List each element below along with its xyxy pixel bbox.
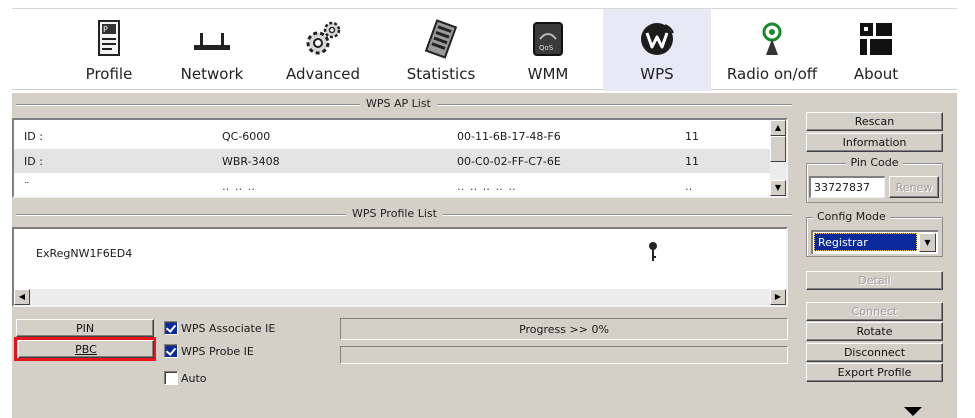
detail-button[interactable]: Detail	[806, 271, 943, 290]
wps-probe-ie-label: WPS Probe IE	[181, 344, 254, 358]
toolbar-label-profile: Profile	[85, 65, 133, 83]
toolbar: P Profile Network Advanced Statistics Qo…	[12, 8, 957, 91]
wps-profile-list-title: WPS Profile List	[346, 207, 443, 220]
pin-code-caption: Pin Code	[846, 156, 903, 169]
pbc-button-label: PBC	[75, 342, 97, 356]
wps-icon	[641, 23, 674, 55]
ap-list-row-partial[interactable]: ¨ ‥ ‥ ‥ ‥ ‥ ‥ ‥ ‥ ‥	[14, 176, 770, 196]
wps-associate-ie-checkbox[interactable]: WPS Associate IE	[164, 320, 275, 336]
scroll-down-icon[interactable]: ▼	[770, 180, 786, 196]
disconnect-button[interactable]: Disconnect	[806, 343, 943, 362]
wps-panel: WPS AP List ID : QC-6000 00-11-6B-17-48-…	[12, 92, 957, 418]
scroll-left-icon[interactable]: ◀	[14, 289, 30, 305]
toolbar-label-network: Network	[180, 65, 244, 83]
ap-list-scroll-thumb[interactable]	[770, 136, 786, 162]
scroll-up-icon[interactable]: ▲	[770, 120, 786, 136]
toolbar-label-advanced: Advanced	[285, 65, 361, 83]
config-mode-caption: Config Mode	[813, 210, 890, 223]
export-profile-button[interactable]: Export Profile	[806, 363, 943, 382]
renew-button[interactable]: Renew	[889, 176, 939, 198]
ap-row-bssid: 00-11-6B-17-48-F6	[457, 130, 561, 143]
config-mode-select[interactable]: Registrar ▼	[811, 230, 938, 254]
key-icon	[649, 242, 657, 261]
progress-text-box: Progress >> 0%	[340, 318, 788, 340]
pin-code-frame: Pin Code 33727837 Renew	[806, 156, 943, 203]
toolbar-tab-profile[interactable]: P Profile	[74, 9, 144, 91]
checkbox-checked-icon[interactable]	[164, 321, 178, 335]
about-icon	[860, 23, 892, 55]
toolbar-tab-network[interactable]: Network	[172, 9, 252, 91]
ap-list-row[interactable]: ID : QC-6000 00-11-6B-17-48-F6 11	[14, 124, 770, 148]
toolbar-label-wps: WPS	[640, 65, 674, 83]
profile-icon: P	[98, 20, 120, 56]
ap-row-channel: 11	[685, 155, 699, 168]
progress-bar	[340, 346, 788, 364]
toolbar-tab-about[interactable]: About	[840, 9, 912, 91]
wps-probe-ie-checkbox[interactable]: WPS Probe IE	[164, 343, 254, 359]
svg-text:QoS: QoS	[539, 44, 554, 52]
wmm-qos-icon: QoS	[533, 22, 563, 56]
toolbar-tab-advanced[interactable]: Advanced	[278, 9, 368, 91]
scroll-right-icon[interactable]: ▶	[770, 289, 786, 305]
toolbar-label-about: About	[853, 65, 899, 83]
ap-row-name: WBR-3408	[222, 155, 280, 168]
toolbar-tab-wps[interactable]: WPS	[603, 9, 711, 91]
toolbar-label-radio: Radio on/off	[726, 65, 818, 83]
toolbar-label-wmm: WMM	[527, 65, 569, 83]
toolbar-tab-statistics[interactable]: Statistics	[396, 9, 486, 91]
pin-code-field[interactable]: 33727837	[809, 176, 885, 198]
auto-label: Auto	[181, 371, 207, 385]
ap-row-channel: 11	[685, 130, 699, 143]
progress-text: Progress >> 0%	[519, 322, 609, 336]
ap-row-name: QC-6000	[222, 130, 271, 143]
svg-text:P: P	[103, 25, 108, 34]
ap-row-bssid: 00-C0-02-FF-C7-6E	[457, 155, 561, 168]
checkbox-unchecked-icon[interactable]	[164, 371, 178, 385]
ap-list-row[interactable]: ID : WBR-3408 00-C0-02-FF-C7-6E 11	[14, 149, 770, 173]
connect-button[interactable]: Connect	[806, 302, 943, 321]
profile-list-hscrollbar[interactable]	[14, 289, 786, 305]
information-button[interactable]: Information	[806, 133, 943, 152]
wps-associate-ie-label: WPS Associate IE	[181, 321, 276, 335]
advanced-gears-icon	[306, 21, 341, 55]
pbc-button[interactable]: PBC	[18, 340, 154, 358]
config-mode-selected: Registrar	[814, 233, 917, 251]
ap-row-id-label: ID :	[24, 155, 43, 168]
profile-list-item[interactable]: ExRegNW1F6ED4	[36, 247, 132, 260]
toolbar-tab-wmm[interactable]: QoS WMM	[516, 9, 580, 91]
rotate-button[interactable]: Rotate	[806, 322, 943, 341]
wps-ap-list-title: WPS AP List	[360, 97, 437, 110]
wps-ap-list-caption: WPS AP List	[16, 97, 792, 111]
chevron-down-icon[interactable]: ▼	[919, 233, 936, 252]
expand-arrow-icon[interactable]	[904, 407, 922, 416]
statistics-icon	[424, 19, 458, 59]
checkbox-checked-icon[interactable]	[164, 344, 178, 358]
wps-profile-list-caption: WPS Profile List	[16, 207, 792, 221]
ap-row-id-label: ID :	[24, 130, 43, 143]
radio-antenna-icon	[762, 22, 782, 55]
toolbar-label-statistics: Statistics	[406, 65, 476, 83]
config-mode-frame: Config Mode Registrar ▼	[806, 210, 943, 257]
toolbar-tab-radio[interactable]: Radio on/off	[720, 9, 824, 91]
auto-checkbox[interactable]: Auto	[164, 370, 207, 386]
pin-button[interactable]: PIN	[16, 319, 154, 337]
network-icon	[194, 33, 230, 50]
wps-profile-list[interactable]: ExRegNW1F6ED4 ◀ ▶	[12, 227, 788, 307]
wps-ap-list[interactable]: ID : QC-6000 00-11-6B-17-48-F6 11 ID : W…	[12, 118, 788, 198]
rescan-button[interactable]: Rescan	[806, 112, 943, 131]
